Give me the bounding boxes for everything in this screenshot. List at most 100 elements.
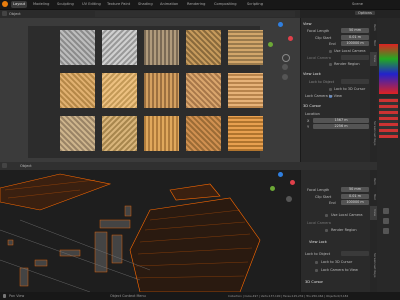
clip-start-label: Clip Start [315,36,332,40]
lock-to-object-label: Lock to Object [309,80,335,84]
clip-start-field[interactable]: 0.01 m [341,35,369,40]
gizmo-y-axis-icon[interactable] [268,42,273,47]
lock-to-3d-cursor-label: Lock to 3D Cursor [321,260,353,264]
tab-rendering[interactable]: Rendering [185,1,207,8]
lock-to-object-field[interactable] [341,79,369,84]
use-local-camera-checkbox[interactable] [329,50,332,53]
sidebar-tab-item[interactable]: Item [370,20,377,34]
texture-tile [186,116,221,151]
clip-end-field[interactable]: 100000 m [341,200,369,205]
tab-uv-editing[interactable]: UV Editing [80,1,103,8]
location-label: Location [305,112,320,116]
3d-cursor-header[interactable]: 3D Cursor [303,104,321,108]
focal-length-field[interactable]: 50 mm [341,187,369,192]
status-right-text: Collection | Cube.497 | Verts:137,190 | … [228,294,349,298]
local-camera-label: Local Camera [307,221,331,225]
bottom-viewport-header: Object [0,162,377,170]
tab-texture-paint[interactable]: Texture Paint [105,1,132,8]
texture-tile [228,116,263,151]
sidebar-tab-view[interactable]: View [370,206,377,220]
tab-layout[interactable]: Layout [11,1,28,8]
sidebar-tab-tool[interactable]: Tool [370,190,377,204]
bottom-sidebar-panel: Focal Length 50 mm Clip Start 0.01 m End… [300,170,371,292]
render-region-label: Render Region [334,62,360,66]
gizmo-z-axis-icon[interactable] [278,22,283,27]
property-icon[interactable] [383,218,389,224]
editor-type-icon[interactable] [2,11,7,16]
top-sidebar-panel: View Focal Length 50 mm Clip Start 0.01 … [300,18,371,162]
editor-type-icon[interactable] [2,163,7,168]
texture-tile [102,30,137,65]
camera-view-icon[interactable] [286,196,292,202]
view-panel-header[interactable]: View [303,22,312,26]
gizmo-z-axis-icon[interactable] [278,172,283,177]
tab-scripting[interactable]: Scripting [245,1,265,8]
local-camera-field[interactable] [341,55,369,60]
tab-compositing[interactable]: Compositing [212,1,239,8]
bottom-viewport[interactable] [0,170,300,292]
clip-end-field[interactable]: 100000 m [341,41,369,46]
texture-tile [60,30,95,65]
city-wireframe [0,173,261,292]
top-viewport[interactable] [0,18,300,162]
use-local-camera-checkbox[interactable] [325,214,328,217]
cursor-x-field[interactable]: 1567 m [313,118,369,123]
use-local-camera-label: Use Local Camera [334,49,366,53]
properties-strip [377,18,400,292]
gizmo-x-axis-icon[interactable] [288,36,293,41]
sidebar-tab-screencast[interactable]: Screencast Keys [370,240,377,290]
lock-camera-to-view-checkbox[interactable] [315,269,318,272]
texture-tile [228,73,263,108]
texture-tile [144,116,179,151]
texture-tile [144,30,179,65]
texture-tile [102,116,137,151]
top-sidebar-tabs: Item Tool View Screencast Keys [370,18,377,162]
texture-preview [379,44,398,94]
property-icon[interactable] [383,228,389,234]
3d-cursor-header[interactable]: 3D Cursor [305,280,323,284]
sidebar-tab-screencast[interactable]: Screencast Keys [370,108,377,158]
top-mode-selector[interactable]: Object [9,11,21,17]
tab-animation[interactable]: Animation [158,1,180,8]
cursor-y-field[interactable]: 2256 m [313,124,369,129]
view-lock-header[interactable]: View Lock [309,240,327,244]
tab-shading[interactable]: Shading [136,1,155,8]
material-preview [379,98,398,138]
lock-to-3d-cursor-checkbox[interactable] [329,88,332,91]
blender-logo-icon[interactable] [2,1,8,7]
clip-end-label: End [329,42,336,46]
lock-to-object-label: Lock to Object [305,252,331,256]
cursor-x-label: X [307,119,310,123]
clip-start-field[interactable]: 0.01 m [341,194,369,199]
status-mid-text: Object Context Menu [110,294,146,298]
view-lock-header[interactable]: View Lock [303,72,321,76]
hand-pan-icon[interactable] [282,64,288,70]
focal-length-field[interactable]: 50 mm [341,28,369,33]
sidebar-tab-view[interactable]: View [370,52,377,66]
tab-modeling[interactable]: Modeling [31,1,51,8]
sidebar-tab-tool[interactable]: Tool [370,36,377,50]
bottom-mode-selector[interactable]: Object [20,163,32,169]
sidebar-tab-item[interactable]: Item [370,174,377,188]
lock-to-object-field[interactable] [341,251,369,256]
gizmo-x-axis-icon[interactable] [290,180,295,185]
texture-tile [102,73,137,108]
lock-to-3d-cursor-checkbox[interactable] [315,261,318,264]
render-region-checkbox[interactable] [325,229,328,232]
scene-selector[interactable]: Scene [350,1,365,8]
tab-sculpting[interactable]: Sculpting [55,1,76,8]
local-camera-label: Local Camera [307,56,331,60]
zoom-icon[interactable] [282,54,290,62]
gizmo-y-axis-icon[interactable] [270,186,275,191]
bottom-sidebar-tabs: Item Tool View Screencast Keys [370,170,377,292]
lock-to-3d-cursor-label: Lock to 3D Cursor [334,87,366,91]
options-button[interactable]: Options [355,11,375,15]
lock-camera-to-view-label: Lock Camera to View [305,94,342,98]
clip-start-label: Clip Start [315,195,332,199]
render-region-label: Render Region [331,228,357,232]
render-region-checkbox[interactable] [329,63,332,66]
property-icon[interactable] [383,208,389,214]
clip-end-label: End [329,201,336,205]
camera-view-icon[interactable] [282,74,288,80]
status-left-text: Pan View [9,294,25,298]
